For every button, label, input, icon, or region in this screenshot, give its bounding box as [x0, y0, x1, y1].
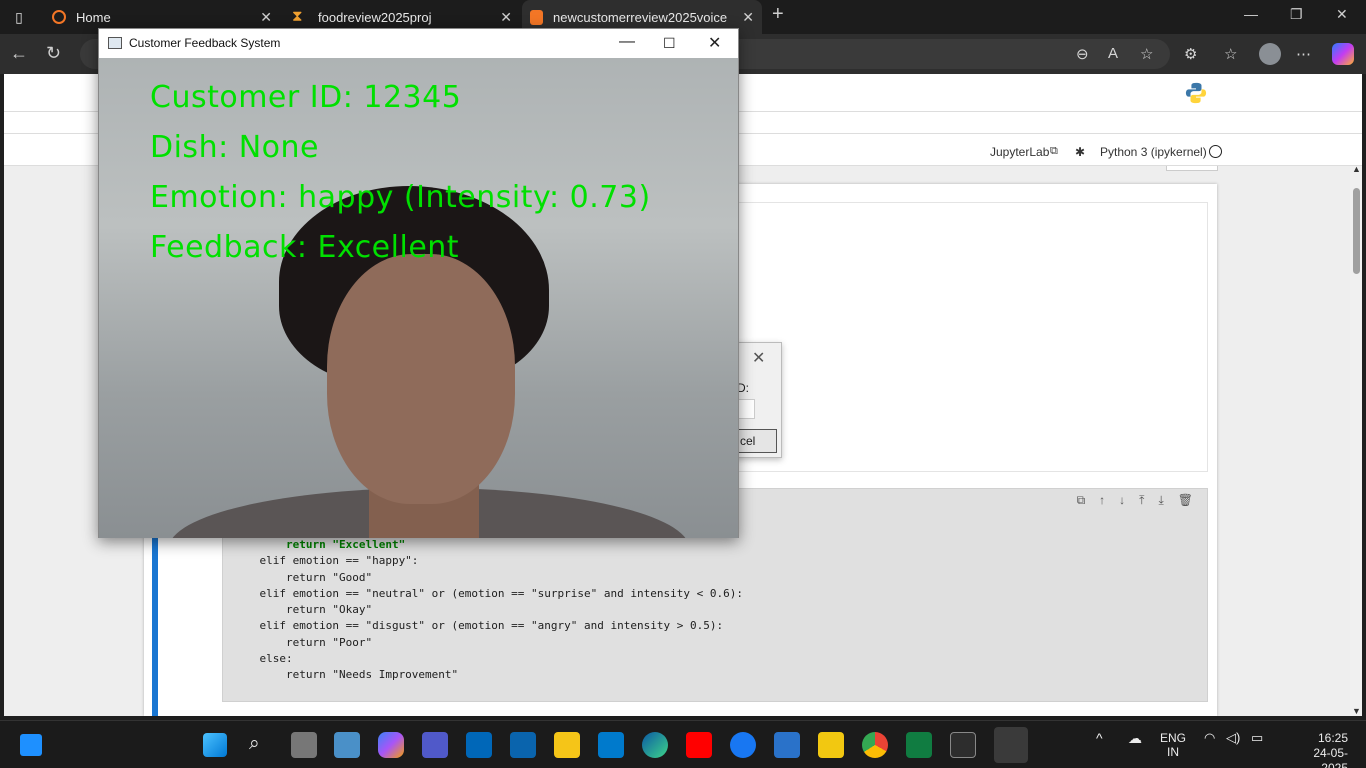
excel-icon[interactable] — [906, 732, 932, 758]
new-tab-icon[interactable]: + — [772, 3, 784, 26]
time: 16:25 — [1317, 731, 1348, 745]
app-window-icon — [108, 37, 122, 49]
camera-feed: Customer ID: 12345 Dish: None Emotion: h… — [99, 58, 738, 538]
code-line: return "Okay" — [233, 603, 373, 617]
jupyterlab-link[interactable]: JupyterLab — [990, 145, 1049, 159]
vscode-icon[interactable] — [598, 732, 624, 758]
feedback-text: Feedback: Excellent — [150, 230, 460, 265]
back-icon[interactable]: ← — [10, 43, 28, 64]
avatar[interactable] — [1259, 43, 1281, 65]
terminal-icon[interactable] — [950, 732, 976, 758]
widgets-icon[interactable] — [20, 734, 42, 756]
kernel-name[interactable]: Python 3 (ipykernel) — [1100, 145, 1207, 159]
restore-icon[interactable]: ❐ — [1290, 6, 1303, 23]
duplicate-cell-icon[interactable]: ⧉ — [1077, 493, 1086, 508]
more-icon[interactable]: ⋯ — [1296, 45, 1311, 63]
tab-label: foodreview2025proj — [318, 9, 432, 25]
onedrive-icon[interactable]: ☁ — [1128, 731, 1142, 745]
close-tab-icon[interactable]: ✕ — [260, 9, 272, 26]
language-indicator[interactable]: ENG IN — [1160, 731, 1186, 759]
close-tab-icon[interactable]: ✕ — [742, 9, 754, 26]
code-line: return "Poor" — [233, 635, 373, 649]
edge-icon[interactable] — [642, 732, 668, 758]
scroll-down-icon[interactable]: ▼ — [1352, 706, 1361, 716]
page-scrollbar[interactable]: ▲ ▼ — [1350, 164, 1362, 716]
cell-toolbar: ⧉ ↑ ↓ ⤒ ⤓ 🗑 — [1077, 493, 1193, 508]
delete-cell-icon[interactable]: 🗑 — [1178, 493, 1193, 508]
store-icon[interactable] — [466, 732, 492, 758]
close-window-icon[interactable]: ✕ — [1336, 6, 1348, 23]
code-text: return "Excellent" elif emotion == "happ… — [233, 537, 743, 684]
teams-icon[interactable] — [422, 732, 448, 758]
youtube-icon[interactable] — [686, 732, 712, 758]
customer-id-text: Customer ID: 12345 — [150, 80, 462, 115]
insert-below-icon[interactable]: ⤓ — [1158, 493, 1163, 508]
task-view-icon[interactable] — [291, 732, 317, 758]
code-line: elif emotion == "disgust" or (emotion ==… — [233, 619, 724, 633]
external-link-icon: ⧉ — [1050, 145, 1058, 157]
person-face — [327, 254, 515, 504]
emotion-text: Emotion: happy (Intensity: 0.73) — [150, 180, 651, 215]
sidebar-toggle-icon[interactable]: ▯ — [10, 8, 28, 26]
kernel-status-icon — [1209, 145, 1222, 158]
refresh-icon[interactable]: ↻ — [46, 43, 61, 64]
python-logo-icon — [1185, 82, 1207, 104]
tray-chevron-icon[interactable]: ^ — [1096, 731, 1103, 745]
window-title: Customer Feedback System — [129, 36, 281, 50]
camera-window-titlebar[interactable]: Customer Feedback System — ☐ ✕ — [99, 29, 738, 58]
search-icon[interactable]: ⌕ — [249, 733, 260, 755]
jupyter-icon — [52, 10, 66, 24]
debugger-bug-icon[interactable]: ✱ — [1075, 145, 1085, 159]
scroll-thumb[interactable] — [1353, 188, 1360, 274]
date: 24-05-2025 — [1313, 746, 1348, 768]
lang: ENG — [1160, 731, 1187, 745]
minimize-icon[interactable]: — — [619, 33, 635, 51]
favorite-star-icon[interactable]: ☆ — [1140, 45, 1153, 63]
close-icon[interactable]: ✕ — [752, 348, 765, 368]
region: IN — [1167, 745, 1179, 759]
folder-icon[interactable] — [554, 732, 580, 758]
move-up-icon[interactable]: ↑ — [1099, 493, 1105, 508]
start-icon[interactable] — [203, 733, 227, 757]
clock[interactable]: 16:25 24-05-2025 — [1290, 731, 1348, 768]
dish-text: Dish: None — [150, 130, 319, 165]
notebook-icon — [530, 9, 543, 25]
code-line: return "Good" — [233, 570, 373, 584]
chrome-icon[interactable] — [862, 732, 888, 758]
insert-above-icon[interactable]: ⤒ — [1139, 493, 1144, 508]
maximize-icon[interactable]: ☐ — [663, 35, 676, 52]
move-down-icon[interactable]: ↓ — [1119, 493, 1125, 508]
power-bi-icon[interactable] — [818, 732, 844, 758]
tab-label: Home — [76, 9, 111, 25]
file-explorer-icon[interactable] — [334, 732, 360, 758]
close-tab-icon[interactable]: ✕ — [500, 9, 512, 26]
code-line: return "Excellent" — [233, 538, 406, 551]
tab-label: newcustomerreview2025voice — [553, 9, 728, 25]
copilot-icon[interactable] — [1332, 43, 1354, 65]
code-line: else: — [233, 652, 293, 666]
minimize-icon[interactable]: — — [1244, 6, 1258, 22]
hourglass-icon: ⧗ — [292, 8, 303, 25]
zoom-icon[interactable]: ⊖ — [1076, 45, 1089, 63]
scroll-up-icon[interactable]: ▲ — [1352, 164, 1361, 174]
code-line: elif emotion == "happy": — [233, 554, 419, 568]
code-line: return "Needs Improvement" — [233, 668, 459, 682]
read-aloud-icon[interactable]: A — [1108, 45, 1118, 62]
wifi-icon[interactable]: ◠ — [1204, 731, 1215, 745]
outlook-icon[interactable] — [510, 732, 536, 758]
favorites-icon[interactable]: ☆ — [1224, 45, 1237, 63]
app-icon[interactable] — [774, 732, 800, 758]
code-line: elif emotion == "neutral" or (emotion ==… — [233, 586, 743, 600]
taskbar: ⌕ ^ ☁ ENG IN ◠ ◁) ▭ 16:25 24-05-2025 — [0, 720, 1366, 768]
battery-icon[interactable]: ▭ — [1251, 731, 1263, 745]
volume-icon[interactable]: ◁) — [1226, 731, 1240, 745]
extensions-icon[interactable]: ⚙ — [1184, 45, 1197, 63]
facebook-icon[interactable] — [730, 732, 756, 758]
close-icon[interactable]: ✕ — [708, 33, 721, 53]
copilot-app-icon[interactable] — [378, 732, 404, 758]
camera-window: Customer Feedback System — ☐ ✕ Customer … — [98, 28, 739, 538]
python-taskbar-icon[interactable] — [994, 727, 1028, 763]
